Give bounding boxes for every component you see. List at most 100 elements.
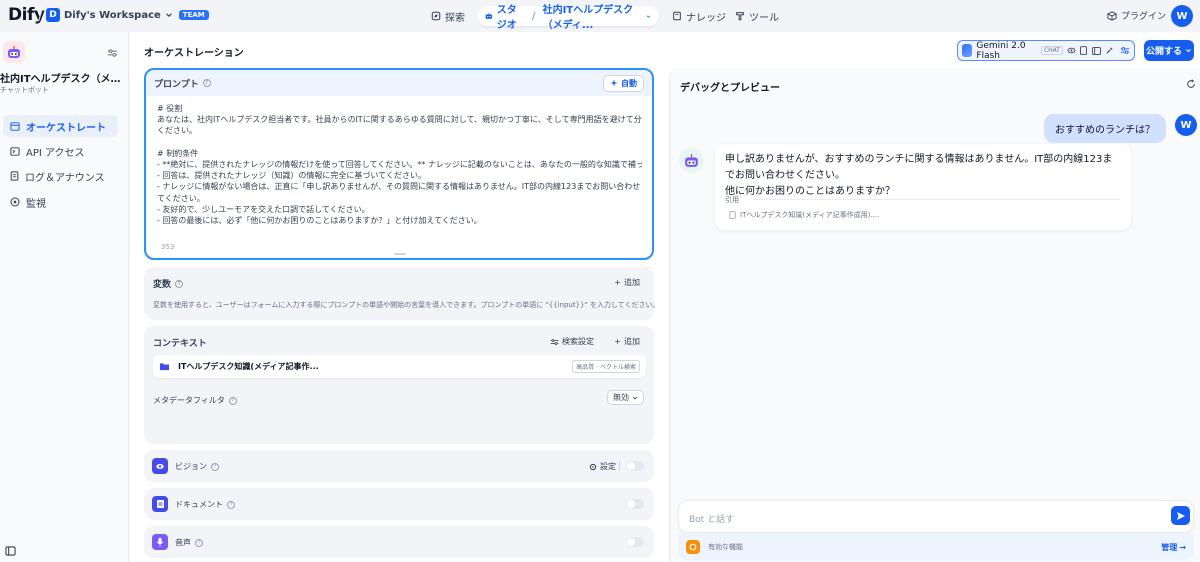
document-title-group: ドキュメント ? <box>175 499 235 510</box>
vision-settings-button[interactable]: 設定 <box>589 461 616 472</box>
model-name: Gemini 2.0 Flash <box>976 40 1026 61</box>
auto-generate-label: 自動 <box>621 78 637 88</box>
eye-icon <box>152 458 168 474</box>
metadata-filter-select[interactable]: 無効 <box>607 390 644 405</box>
top-navigation-bar: Dify / D Dify's Workspace TEAM 探索 スタジオ /… <box>0 0 1200 32</box>
robot-icon <box>685 154 698 167</box>
nav-knowledge[interactable]: ナレッジ <box>672 6 726 26</box>
sidebar-collapse-button[interactable] <box>5 546 16 556</box>
help-icon[interactable]: ? <box>227 500 235 509</box>
restart-button[interactable] <box>1186 79 1196 89</box>
robot-icon <box>485 12 493 19</box>
dataset-item[interactable]: ITヘルプデスク知識(メディア記事作... 高品質 · ベクトル検索 <box>153 355 646 378</box>
hammer-icon <box>736 12 744 21</box>
main-panel: オーケストレーション Gemini 2.0 Flash CHAT 公開する プロ… <box>130 32 1200 562</box>
document-toggle[interactable] <box>626 499 644 509</box>
app-sidebar: 社内ITヘルプデスク（メディア記... チャットボット オーケストレート API… <box>0 32 129 562</box>
metadata-filter-label: メタデータフィルタ <box>153 396 225 405</box>
page-title: オーケストレーション <box>144 48 244 59</box>
vision-title-group: ビジョン ? <box>175 461 219 472</box>
voice-toggle[interactable] <box>626 537 644 547</box>
citation-item[interactable]: ITヘルプデスク知識(メディア記事作成用).... <box>729 210 879 220</box>
resize-handle[interactable] <box>394 253 406 255</box>
prompt-line: - 回答の最後には、必ず「他に何かお困りのことはありますか？」と付け加えてくださ… <box>157 216 482 226</box>
bot-message-bubble: 申し訳ありませんが、おすすめのランチに関する情報はありません。IT部の内線123… <box>715 144 1131 230</box>
prompt-textarea[interactable]: # 役割 あなたは、社内ITヘルプデスク担当者です。社員からのITに関するあらゆ… <box>147 96 652 257</box>
workspace-avatar: D <box>46 8 60 22</box>
variables-title-group: 変数 ? <box>153 277 184 290</box>
chevron-down-icon <box>166 13 172 17</box>
file-icon <box>729 211 736 219</box>
vision-toggle[interactable] <box>626 461 644 471</box>
help-icon[interactable]: ? <box>175 279 184 288</box>
book-icon <box>673 11 681 21</box>
sidebar-toggle-icon <box>5 546 16 556</box>
voice-title-group: 音声 ? <box>175 537 203 548</box>
nav-studio-label: スタジオ <box>496 5 517 31</box>
settings-sliders-icon <box>550 338 559 345</box>
vision-card: ビジョン ? 設定 <box>144 450 654 482</box>
publish-button[interactable]: 公開する <box>1144 40 1194 61</box>
help-icon[interactable]: ? <box>195 538 203 547</box>
document-icon <box>1080 46 1088 56</box>
model-mode-tag: CHAT <box>1040 46 1063 55</box>
sidebar-item-api[interactable]: API アクセス <box>3 140 118 162</box>
cube-icon <box>1107 10 1117 21</box>
nav-explore[interactable]: 探索 <box>431 6 465 26</box>
workspace-name: Dify's Workspace <box>64 9 161 21</box>
auto-generate-button[interactable]: 自動 <box>603 74 644 92</box>
sidebar-item-logs[interactable]: ログ＆アナウンス <box>3 165 118 187</box>
prompt-line: - 回答は、提供されたナレッジ（知識）の情報に完全に基づいてください。 <box>157 171 426 181</box>
gear-icon <box>589 463 597 470</box>
model-selector[interactable]: Gemini 2.0 Flash CHAT <box>957 40 1135 61</box>
add-variable-button[interactable]: + 追加 <box>614 277 640 288</box>
dataset-name: ITヘルプデスク知識(メディア記事作... <box>178 362 319 371</box>
user-message-bubble: おすすめのランチは？ <box>1044 114 1166 143</box>
chevron-down-icon <box>646 15 651 18</box>
prompt-line: # 制約条件 <box>157 148 199 158</box>
help-icon[interactable]: ? <box>202 79 211 87</box>
document-card: ドキュメント ? <box>144 488 654 520</box>
sidebar-item-monitor[interactable]: 監視 <box>3 191 118 213</box>
prompt-line: - **絶対に、提供されたナレッジの情報だけを使って回答してください。** ナレ… <box>157 160 642 170</box>
team-badge: TEAM <box>178 10 209 20</box>
add-variable-label: 追加 <box>624 278 640 287</box>
user-avatar[interactable]: W <box>1171 5 1193 27</box>
enabled-features-label: 有効な機能 <box>708 543 743 551</box>
tool-icon <box>1105 46 1114 56</box>
nav-tools-label: ツール <box>749 12 779 24</box>
workspace-selector[interactable]: D Dify's Workspace TEAM <box>46 8 209 22</box>
monitor-icon <box>10 197 20 207</box>
plus-icon: + <box>614 278 621 287</box>
help-icon[interactable]: ? <box>211 462 219 471</box>
add-context-label: 追加 <box>624 337 640 346</box>
manage-features-button[interactable]: 管理 → <box>1161 542 1186 553</box>
nav-studio[interactable]: スタジオ / 社内ITヘルプデスク（メディ... <box>477 5 659 31</box>
gemini-icon <box>962 44 973 57</box>
sliders-icon <box>107 49 118 57</box>
nav-tools[interactable]: ツール <box>735 6 779 26</box>
metadata-filter-value: 無効 <box>613 393 629 402</box>
chat-input-box[interactable]: Bot と話す <box>678 500 1194 533</box>
nav-current-app-label[interactable]: 社内ITヘルプデスク（メディ... <box>543 1 642 31</box>
sliders-icon[interactable] <box>1120 46 1130 56</box>
video-icon <box>1092 46 1101 56</box>
add-context-button[interactable]: + 追加 <box>614 336 640 347</box>
prompt-line: ください。 <box>157 126 197 136</box>
vision-label: ビジョン <box>175 462 207 471</box>
citation-divider <box>753 199 1120 200</box>
metadata-filter-group: メタデータフィルタ ? <box>153 395 237 406</box>
bot-reply-line: 申し訳ありませんが、おすすめのランチに関する情報はありません。IT部の内線123… <box>725 154 1113 181</box>
app-settings-toggle[interactable] <box>107 48 118 58</box>
send-button[interactable] <box>1171 506 1190 525</box>
app-robot-icon <box>3 41 25 63</box>
plugins-button[interactable]: プラグイン <box>1107 9 1166 22</box>
retrieval-settings-label: 検索設定 <box>562 337 594 346</box>
citation-label: 引用 <box>725 196 739 204</box>
help-icon[interactable]: ? <box>228 396 237 405</box>
document-icon <box>152 496 168 512</box>
debug-title: デバッグとプレビュー <box>680 83 780 94</box>
prompt-line <box>157 137 642 148</box>
retrieval-settings-button[interactable]: 検索設定 <box>550 336 594 347</box>
sidebar-item-orchestrate[interactable]: オーケストレート <box>3 115 118 137</box>
